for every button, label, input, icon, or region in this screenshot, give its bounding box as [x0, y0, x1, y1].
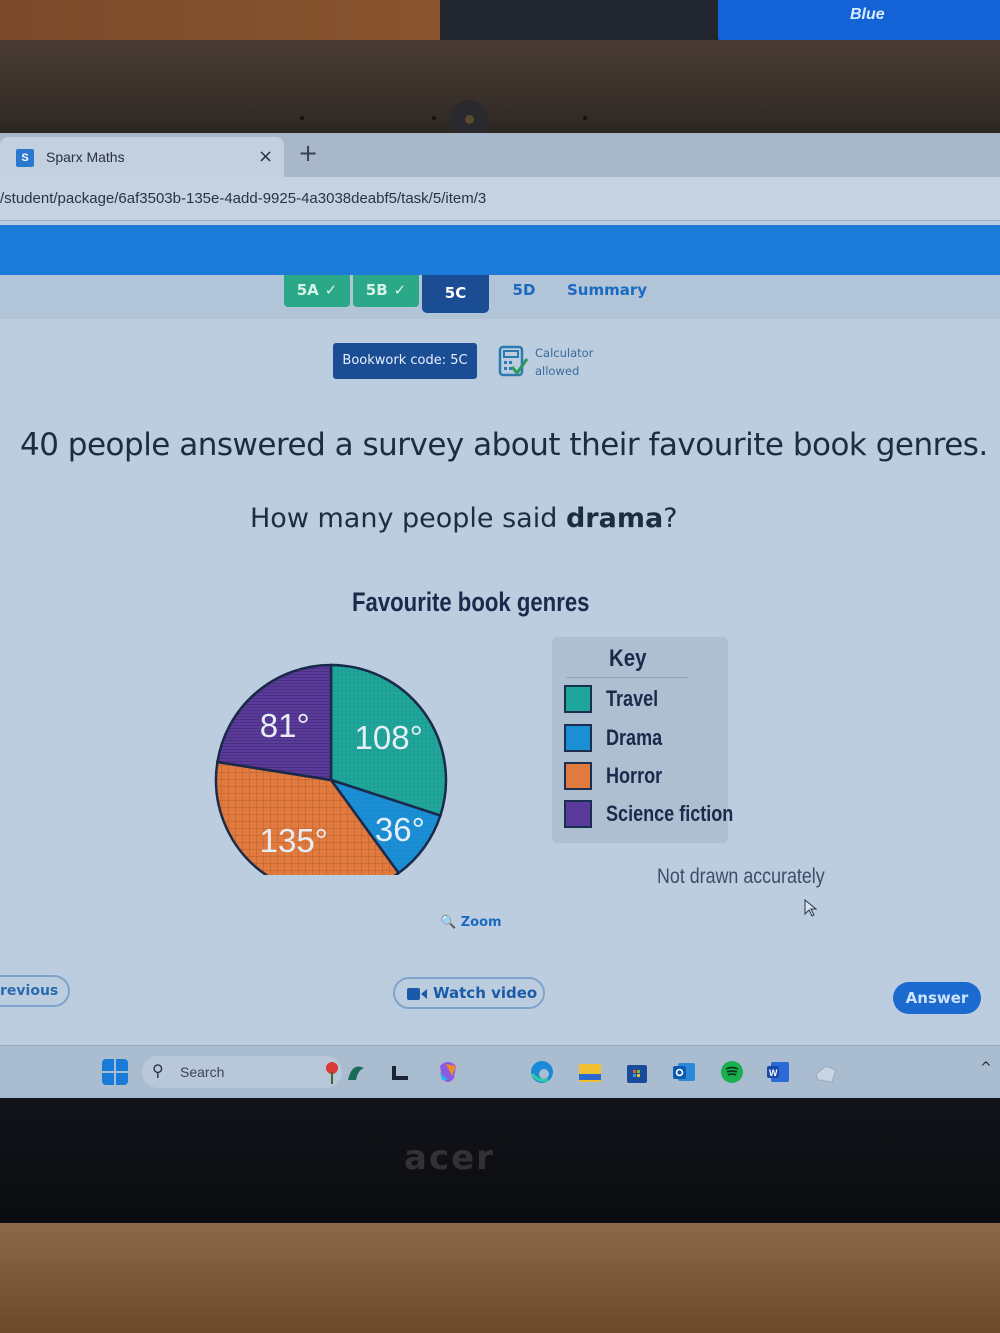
subtab-5b[interactable]: 5B ✓ [353, 275, 419, 307]
legend-label: Travel [606, 686, 659, 711]
calculator-allowed-text: Calculator allowed [535, 344, 593, 380]
background-wall [0, 0, 440, 45]
url-text[interactable]: /student/package/6af3503b-135e-4add-9925… [0, 190, 486, 207]
browser-tab-sparx[interactable]: S Sparx Maths × [0, 137, 284, 177]
subtab-summary[interactable]: Summary [562, 275, 652, 307]
legend-divider [566, 677, 688, 678]
not-drawn-accurately-note: Not drawn accurately [657, 865, 825, 888]
magnifier-icon: 🔍 [440, 915, 457, 930]
spotify-icon[interactable] [720, 1060, 744, 1084]
subtab-5a[interactable]: 5A ✓ [284, 275, 350, 307]
desk-surface [0, 1223, 1000, 1333]
previous-button[interactable]: revious [0, 975, 70, 1007]
background-monitor: Blue [718, 0, 1000, 40]
mouse-pointer-icon [804, 899, 818, 917]
legend-swatch [564, 800, 592, 828]
legend-item-science-fiction: Science fiction [564, 800, 733, 830]
tab-title: Sparx Maths [46, 149, 125, 165]
search-label: Search [180, 1064, 225, 1080]
subtab-label: 5B [365, 281, 388, 299]
legend-swatch [564, 724, 592, 752]
chart-legend: Key Travel Drama Horror Science fiction [552, 637, 733, 843]
pie-chart: 108° 36° 135° 81° [214, 663, 448, 875]
check-icon: ✓ [393, 281, 407, 299]
browser-tab-strip: S Sparx Maths × + [0, 133, 1000, 177]
sparx-header-bar [0, 225, 1000, 275]
search-icon: ⚲ [152, 1061, 164, 1080]
legend-swatch [564, 685, 592, 713]
mic-dot [300, 116, 304, 120]
legend-label: Drama [606, 725, 663, 750]
watch-video-label: Watch video [433, 984, 538, 1002]
app-icon[interactable] [814, 1060, 838, 1084]
pie-label-travel: 108° [355, 719, 423, 756]
sub-question: How many people said drama? [250, 503, 678, 534]
edge-icon[interactable] [530, 1060, 554, 1084]
bookwork-code-badge: Bookwork code: 5C [333, 343, 477, 379]
acer-logo: acer [404, 1138, 495, 1178]
sparx-question-page: 5A ✓ 5B ✓ 5C 5D Summary Bookwork code: 5C [0, 275, 1000, 1045]
new-tab-button[interactable]: + [298, 139, 318, 167]
task-view-icon[interactable] [388, 1060, 412, 1084]
calculator-icon [498, 345, 528, 377]
chart-title: Favourite book genres [352, 587, 590, 617]
close-tab-icon[interactable]: × [258, 146, 273, 167]
subtab-label: 5C [444, 284, 467, 302]
calculator-line1: Calculator [535, 346, 594, 360]
windows-start-icon[interactable] [102, 1059, 128, 1085]
copilot-icon[interactable] [436, 1060, 460, 1084]
legend-swatch [564, 762, 592, 790]
calculator-line2: allowed [535, 364, 580, 378]
word-icon[interactable]: W [766, 1060, 790, 1084]
address-bar[interactable]: /student/package/6af3503b-135e-4add-9925… [0, 177, 1000, 221]
subq-bold: drama [565, 503, 664, 534]
widgets-icon[interactable] [322, 1060, 368, 1084]
background-monitor-text: Blue [850, 6, 885, 23]
zoom-label: Zoom [460, 915, 502, 930]
task-subtabs: 5A ✓ 5B ✓ 5C 5D Summary [0, 275, 1000, 319]
laptop-bottom-bezel [0, 1098, 1000, 1223]
subtab-label: 5A [296, 281, 319, 299]
windows-taskbar: ⚲ Search W ^ [0, 1045, 1000, 1098]
pie-label-drama: 36° [375, 811, 425, 848]
legend-item-travel: Travel [564, 685, 728, 715]
show-hidden-icons-chevron[interactable]: ^ [980, 1060, 992, 1076]
mic-dot [583, 116, 587, 120]
zoom-button[interactable]: 🔍 Zoom [440, 915, 502, 930]
question-text: 40 people answered a survey about their … [20, 427, 988, 463]
laptop-screen: S Sparx Maths × + /student/package/6af35… [0, 133, 1000, 1098]
file-explorer-icon[interactable] [578, 1060, 602, 1084]
pie-label-horror: 135° [260, 822, 328, 859]
microsoft-store-icon[interactable] [625, 1060, 649, 1084]
subq-suffix: ? [663, 503, 678, 534]
subtab-5c[interactable]: 5C [422, 275, 489, 313]
taskbar-search[interactable]: ⚲ Search [142, 1056, 342, 1088]
sparx-favicon-icon: S [16, 149, 34, 167]
legend-item-drama: Drama [564, 724, 728, 754]
video-camera-icon [407, 988, 427, 1000]
legend-item-horror: Horror [564, 762, 728, 792]
subq-prefix: How many people said [250, 503, 566, 534]
svg-text:W: W [769, 1068, 778, 1078]
legend-label: Science fiction [606, 801, 734, 826]
answer-button[interactable]: Answer [893, 982, 981, 1014]
check-icon: ✓ [324, 281, 338, 299]
mic-dot [432, 116, 436, 120]
background-dark [440, 0, 720, 45]
watch-video-button[interactable]: Watch video [393, 977, 545, 1009]
pie-label-science-fiction: 81° [260, 707, 310, 744]
subtab-5d[interactable]: 5D [500, 275, 548, 307]
legend-title: Key [609, 645, 647, 672]
outlook-icon[interactable] [672, 1060, 696, 1084]
legend-label: Horror [606, 763, 663, 788]
desk-logo-reflection [406, 1232, 412, 1278]
laptop-top-bezel [0, 40, 1000, 140]
subtab-label: Summary [566, 281, 648, 299]
subtab-label: 5D [512, 281, 536, 299]
